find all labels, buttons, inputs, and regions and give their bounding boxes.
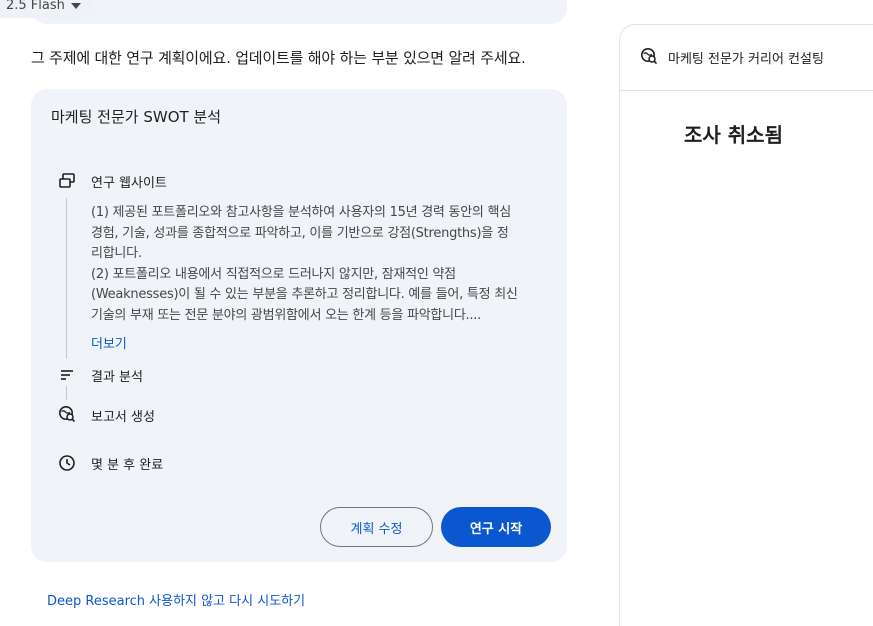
start-research-button[interactable]: 연구 시작 [441,507,551,547]
side-panel-header: 마케팅 전문가 커리어 컨설팅 [620,25,873,91]
research-plan-card: 마케팅 전문가 SWOT 분석 연구 웹사이트 (1) 제공된 포트폴리오와 참… [31,89,567,562]
timeline-line [66,386,67,400]
step-label-website: 연구 웹사이트 [91,176,167,191]
description-line: 리합니다. [91,246,142,261]
description-line: 경험, 기술, 성과를 종합적으로 파악하고, 이를 기반으로 강점(Stren… [91,225,509,241]
report-icon [57,404,77,424]
response-intro-text: 그 주제에 대한 연구 계획이에요. 업데이트를 해야 하는 부분 있으면 알려… [31,49,526,67]
step-label-analysis: 결과 분석 [91,370,143,385]
plan-title: 마케팅 전문가 SWOT 분석 [51,108,222,126]
model-selector-label: 2.5 Flash [6,0,65,13]
research-status: 조사 취소됨 [684,123,783,147]
description-line: (2) 포트폴리오 내용에서 직접적으로 드러나지 않지만, 잠재적인 약점 [91,266,456,282]
timeline-line [66,198,67,359]
chevron-down-icon [70,2,81,9]
clock-icon [57,453,77,473]
website-icon [57,171,77,191]
analysis-icon [57,365,77,385]
edit-plan-button[interactable]: 계획 수정 [320,507,433,547]
previous-message-bubble [31,0,567,24]
step-label-report: 보고서 생성 [91,410,155,425]
side-panel-title: 마케팅 전문가 커리어 컨설팅 [668,52,824,67]
description-line: (1) 제공된 포트폴리오와 참고사항을 분석하여 사용자의 15년 경력 동안… [91,205,511,220]
step-description: (1) 제공된 포트폴리오와 참고사항을 분석하여 사용자의 15년 경력 동안… [91,203,551,326]
show-more-link[interactable]: 더보기 [91,333,127,352]
description-line: (Weaknesses)이 될 수 있는 부분을 추론하고 정리합니다. 예를 … [91,287,518,302]
model-selector[interactable]: 2.5 Flash [0,0,93,18]
retry-without-deep-research-link[interactable]: Deep Research 사용하지 않고 다시 시도하기 [47,590,305,609]
research-side-panel: 마케팅 전문가 커리어 컨설팅 조사 취소됨 [619,24,873,626]
step-label-duration: 몇 분 후 완료 [91,458,164,473]
research-globe-icon [640,47,658,69]
description-line: 기술의 부재 또는 전문 분야의 광범위함에서 오는 한계 등을 파악합니다..… [91,307,482,323]
